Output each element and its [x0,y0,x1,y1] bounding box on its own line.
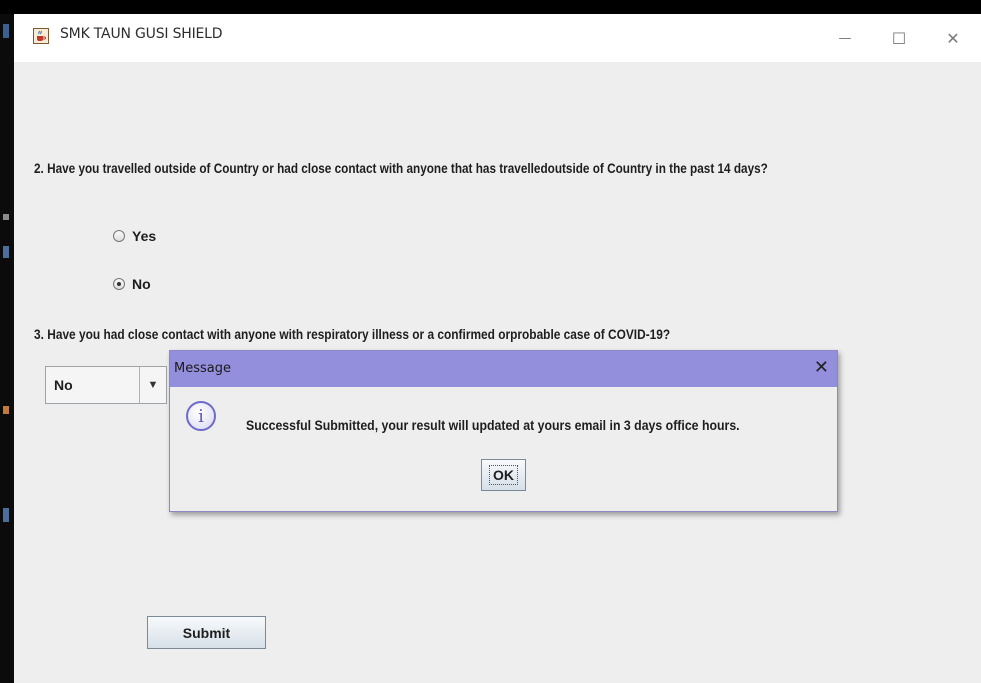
radio-yes[interactable]: Yes [113,226,156,246]
radio-no-label[interactable]: No [132,276,151,292]
background-window-strip [0,14,14,683]
dialog-message: Successful Submitted, your result will u… [246,417,740,433]
contact-combo-box[interactable]: No ▼ [45,366,167,404]
minimize-button[interactable]: — [822,14,868,62]
radio-no[interactable]: No [113,274,151,294]
close-icon: ✕ [946,28,960,48]
combo-selected-value: No [54,377,73,393]
title-bar[interactable]: SMK TAUN GUSI SHIELD — ☐ ✕ [14,14,981,62]
radio-no-button[interactable] [113,278,125,290]
ok-button[interactable]: OK [481,459,526,491]
screen-top-border [0,0,981,14]
message-dialog: Message ✕ i Successful Submitted, your r… [169,350,838,512]
main-window: SMK TAUN GUSI SHIELD — ☐ ✕ 2. Have you t… [14,14,981,683]
info-icon: i [186,401,216,431]
question-2-label: 2. Have you travelled outside of Country… [34,160,768,176]
question-3-label: 3. Have you had close contact with anyon… [34,326,671,342]
radio-yes-button[interactable] [113,230,125,242]
dialog-title-bar[interactable]: Message ✕ [170,351,837,387]
minimize-icon: — [838,30,852,46]
dialog-title: Message [174,361,231,376]
maximize-icon: ☐ [891,28,907,48]
radio-yes-label[interactable]: Yes [132,228,156,244]
ok-button-label: OK [489,465,518,485]
window-title: SMK TAUN GUSI SHIELD [60,26,223,42]
dialog-close-icon[interactable]: ✕ [814,357,829,378]
maximize-button[interactable]: ☐ [876,14,922,62]
submit-button[interactable]: Submit [147,616,266,649]
chevron-down-icon[interactable]: ▼ [139,367,166,403]
close-button[interactable]: ✕ [930,14,976,62]
java-coffee-cup-icon [33,28,49,44]
